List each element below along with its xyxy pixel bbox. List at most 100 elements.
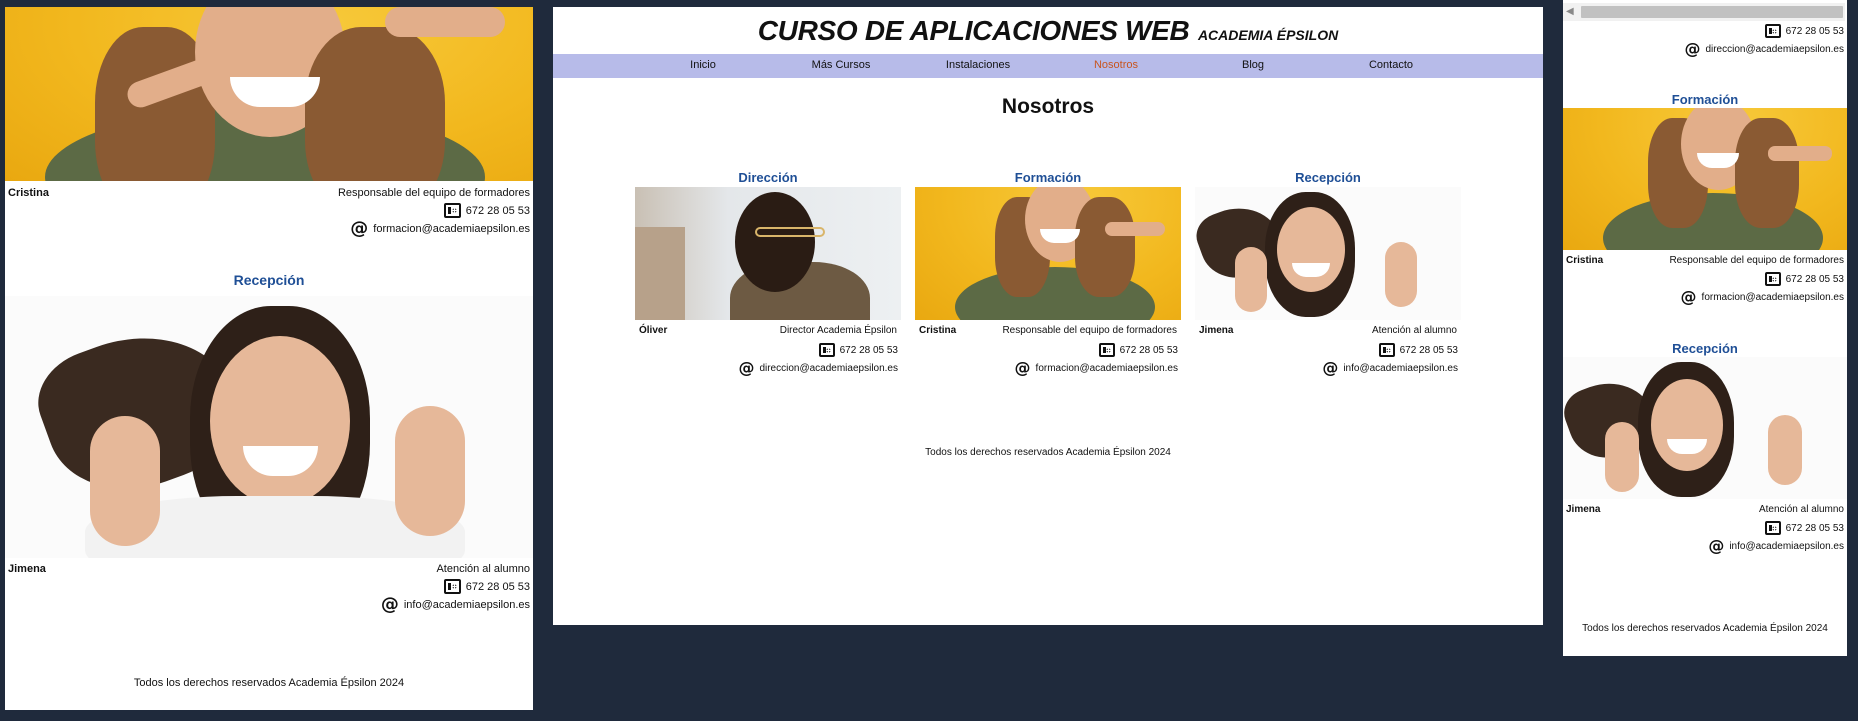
email-address[interactable]: info@academiaepsilon.es <box>404 599 530 611</box>
phone-icon <box>443 203 461 218</box>
nav-item-inicio[interactable]: Inicio <box>690 59 716 71</box>
cristina-phone: 672 28 05 53 <box>443 203 530 218</box>
at-sign-icon: @ <box>1708 536 1725 555</box>
section-title-recepcion: Recepción <box>233 272 305 288</box>
section-title-recepcion: Recepción <box>1672 341 1738 356</box>
main-nav: Inicio Más Cursos Instalaciones Nosotros… <box>553 54 1543 78</box>
email-address[interactable]: formacion@academiaepsilon.es <box>1036 363 1178 374</box>
nav-item-instalaciones[interactable]: Instalaciones <box>946 59 1010 71</box>
nav-item-blog[interactable]: Blog <box>1242 59 1264 71</box>
oliver-phone: 672 28 05 53 <box>818 343 898 357</box>
jimena-email[interactable]: @ info@academiaepsilon.es <box>381 596 530 614</box>
jimena-email[interactable]: @ info@academiaepsilon.es <box>1708 538 1844 554</box>
person-name: Jimena <box>1199 325 1234 336</box>
site-subtitle: ACADEMIA ÉPSILON <box>1197 27 1339 43</box>
cristina-info-row: Cristina Responsable del equipo de forma… <box>1566 255 1844 266</box>
person-name: Cristina <box>919 325 957 336</box>
person-role: Atención al alumno <box>1758 504 1844 515</box>
phone-number: 672 28 05 53 <box>1785 25 1844 37</box>
cristina-photo <box>915 187 1181 320</box>
phone-icon <box>1098 343 1115 357</box>
phone-number: 672 28 05 53 <box>1785 273 1844 285</box>
jimena-photo <box>1195 187 1461 320</box>
phone-icon <box>1764 521 1781 535</box>
at-sign-icon: @ <box>380 594 399 615</box>
oliver-info-row: Óliver Director Academia Épsilon <box>639 325 897 336</box>
cristina-email[interactable]: @ formacion@academiaepsilon.es <box>1681 289 1844 305</box>
site-header: CURSO DE APLICACIONES WEB ACADEMIA ÉPSIL… <box>553 15 1543 47</box>
cristina-photo <box>1563 108 1847 250</box>
jimena-phone: 672 28 05 53 <box>443 579 530 594</box>
person-role: Director Academia Épsilon <box>779 325 897 336</box>
phone-icon <box>818 343 835 357</box>
phone-icon <box>443 579 461 594</box>
at-sign-icon: @ <box>1680 287 1697 306</box>
nav-item-contacto[interactable]: Contacto <box>1369 59 1413 71</box>
page-footer: Todos los derechos reservados Academia É… <box>1582 623 1828 634</box>
section-title-direccion: Dirección <box>738 170 798 185</box>
nav-item-nosotros[interactable]: Nosotros <box>1094 59 1138 71</box>
oliver-photo <box>635 187 901 320</box>
page-footer: Todos los derechos reservados Academia É… <box>133 677 405 689</box>
cristina-info-row: Cristina Responsable del equipo de forma… <box>919 325 1177 336</box>
jimena-photo <box>1563 357 1847 499</box>
cristina-email[interactable]: @ formacion@academiaepsilon.es <box>1015 360 1178 376</box>
phone-icon <box>1764 24 1781 38</box>
person-role: Atención al alumno <box>1371 325 1457 336</box>
jimena-info-row: Jimena Atención al alumno <box>8 563 530 575</box>
phone-number: 672 28 05 53 <box>1785 522 1844 534</box>
jimena-phone: 672 28 05 53 <box>1764 521 1844 535</box>
cristina-phone: 672 28 05 53 <box>1764 272 1844 286</box>
email-address[interactable]: direccion@academiaepsilon.es <box>1705 44 1844 55</box>
person-role: Responsable del equipo de formadores <box>1669 255 1844 266</box>
person-name: Cristina <box>8 187 49 199</box>
jimena-phone: 672 28 05 53 <box>1378 343 1458 357</box>
email-address[interactable]: direccion@academiaepsilon.es <box>759 363 898 374</box>
at-sign-icon: @ <box>1322 358 1339 377</box>
phone-number: 672 28 05 53 <box>465 580 530 593</box>
page-footer: Todos los derechos reservados Academia É… <box>925 447 1171 458</box>
cristina-phone: 672 28 05 53 <box>1098 343 1178 357</box>
phone-number: 672 28 05 53 <box>1399 344 1458 356</box>
jimena-info-row: Jimena Atención al alumno <box>1199 325 1457 336</box>
section-title-formacion: Formación <box>1671 92 1739 107</box>
email-address[interactable]: info@academiaepsilon.es <box>1729 541 1844 552</box>
jimena-email[interactable]: @ info@academiaepsilon.es <box>1322 360 1458 376</box>
at-sign-icon: @ <box>738 358 755 377</box>
nav-item-mas-cursos[interactable]: Más Cursos <box>812 59 871 71</box>
person-role: Responsable del equipo de formadores <box>1002 325 1177 336</box>
oliver-email[interactable]: @ direccion@academiaepsilon.es <box>1684 41 1844 57</box>
center-viewport: CURSO DE APLICACIONES WEB ACADEMIA ÉPSIL… <box>553 7 1543 625</box>
email-address[interactable]: info@academiaepsilon.es <box>1343 363 1458 374</box>
cristina-email[interactable]: @ formacion@academiaepsilon.es <box>350 220 530 238</box>
jimena-info-row: Jimena Atención al alumno <box>1566 504 1844 515</box>
person-role: Atención al alumno <box>436 563 530 575</box>
person-name: Óliver <box>639 325 668 336</box>
phone-number: 672 28 05 53 <box>839 344 898 356</box>
at-sign-icon: @ <box>1014 358 1031 377</box>
section-title-formacion: Formación <box>1014 170 1082 185</box>
person-name: Jimena <box>1566 504 1601 515</box>
phone-number: 672 28 05 53 <box>465 204 530 217</box>
scrollbar-thumb[interactable] <box>1581 6 1843 18</box>
phone-icon <box>1378 343 1395 357</box>
cristina-info-row: Cristina Responsable del equipo de forma… <box>8 187 530 199</box>
person-name: Jimena <box>8 563 46 575</box>
chevron-left-icon[interactable]: ◀ <box>1566 6 1576 18</box>
at-sign-icon: @ <box>1684 39 1701 58</box>
at-sign-icon: @ <box>350 218 369 239</box>
left-viewport: Cristina Responsable del equipo de forma… <box>5 7 533 710</box>
horizontal-scrollbar[interactable]: ◀ <box>1563 3 1845 21</box>
oliver-email[interactable]: @ direccion@academiaepsilon.es <box>738 360 898 376</box>
person-role: Responsable del equipo de formadores <box>337 187 530 199</box>
right-viewport: ◀ 672 28 05 53 @ direccion@academiaepsil… <box>1563 0 1847 656</box>
person-name: Cristina <box>1566 255 1604 266</box>
oliver-phone: 672 28 05 53 <box>1764 24 1844 38</box>
jimena-photo <box>5 296 533 558</box>
page-title: Nosotros <box>1001 95 1095 118</box>
section-title-recepcion: Recepción <box>1295 170 1361 185</box>
email-address[interactable]: formacion@academiaepsilon.es <box>373 223 530 235</box>
email-address[interactable]: formacion@academiaepsilon.es <box>1702 292 1844 303</box>
site-title: CURSO DE APLICACIONES WEB <box>757 15 1190 46</box>
cristina-photo <box>5 7 533 181</box>
